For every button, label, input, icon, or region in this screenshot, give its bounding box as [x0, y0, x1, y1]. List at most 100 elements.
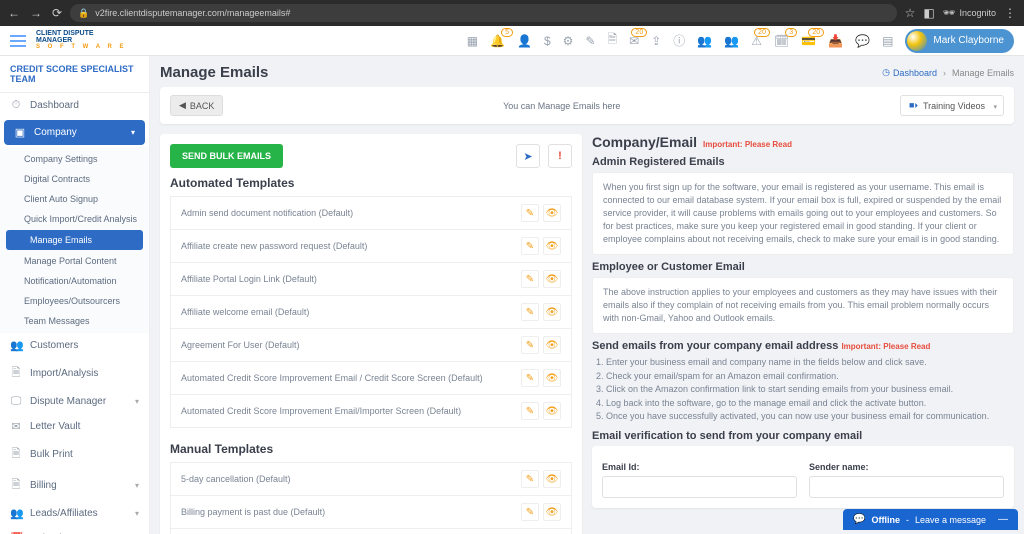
pencil-icon[interactable]: ✎: [585, 34, 595, 48]
template-name: Affiliate welcome email (Default): [181, 307, 521, 317]
sub-company-settings[interactable]: Company Settings: [0, 149, 149, 169]
sub-quick-import[interactable]: Quick Import/Credit Analysis: [0, 209, 149, 229]
edit-icon[interactable]: ✎: [521, 402, 539, 420]
view-icon[interactable]: 👁: [543, 402, 561, 420]
print-icon: 🗎: [10, 445, 22, 464]
edit-icon[interactable]: ✎: [521, 470, 539, 488]
doc-icon[interactable]: 🗎: [608, 30, 618, 51]
step-item: Once you have successfully activated, yo…: [606, 410, 1014, 424]
send-icon[interactable]: ➤: [516, 144, 540, 168]
inbox-icon[interactable]: 📥: [828, 34, 843, 48]
view-icon[interactable]: 👁: [543, 270, 561, 288]
view-icon[interactable]: 👁: [543, 336, 561, 354]
sub-client-auto-signup[interactable]: Client Auto Signup: [0, 189, 149, 209]
ext-icon[interactable]: ◧: [923, 6, 934, 20]
sub-digital-contracts[interactable]: Digital Contracts: [0, 169, 149, 189]
chat-icon[interactable]: 💬: [855, 34, 870, 48]
minimize-icon[interactable]: —: [998, 514, 1008, 525]
view-icon[interactable]: 👁: [543, 303, 561, 321]
template-row: Affiliate Portal Login Link (Default)✎👁: [170, 263, 572, 296]
attach-icon[interactable]: 🗓3: [774, 34, 789, 48]
template-name: Billing payment is past due (Default): [181, 507, 521, 517]
card-icon[interactable]: 💳20: [801, 34, 816, 48]
sub-notification[interactable]: Notification/Automation: [0, 271, 149, 291]
employee-email-heading: Employee or Customer Email: [592, 261, 1014, 273]
edit-icon[interactable]: ✎: [521, 503, 539, 521]
sidebar-item-dashboard[interactable]: ⏱ Dashboard: [0, 93, 149, 118]
sub-team-messages[interactable]: Team Messages: [0, 311, 149, 331]
please-read-link-2[interactable]: Please Read: [883, 342, 930, 351]
mail-icon[interactable]: ✉20: [629, 34, 639, 48]
nav-fwd-icon[interactable]: →: [30, 6, 42, 20]
edit-icon[interactable]: ✎: [521, 303, 539, 321]
user-pill[interactable]: Mark Clayborne: [905, 29, 1014, 53]
monitor-icon: 🖵: [10, 395, 22, 408]
templates-card: SEND BULK EMAILS ➤ ! Automated Templates…: [160, 134, 582, 534]
step-item: Enter your business email and company na…: [606, 356, 1014, 370]
email-id-input[interactable]: [602, 476, 797, 498]
sidebar-item-import[interactable]: 🗎Import/Analysis: [0, 358, 149, 389]
view-icon[interactable]: 👁: [543, 503, 561, 521]
users-icon[interactable]: 👥: [697, 34, 712, 48]
star-icon[interactable]: ☆: [905, 6, 916, 20]
info-icon[interactable]: ⓘ: [673, 32, 685, 49]
warn-icon[interactable]: ⚠20: [751, 34, 762, 48]
sender-name-input[interactable]: [809, 476, 1004, 498]
edit-icon[interactable]: ✎: [521, 270, 539, 288]
edit-icon[interactable]: ✎: [521, 336, 539, 354]
avatar: [907, 31, 927, 51]
sidebar-item-letter-vault[interactable]: ✉Letter Vault: [0, 414, 149, 439]
chat-widget[interactable]: 💬 Offline - Leave a message —: [843, 509, 1018, 530]
crumb-dashboard[interactable]: ◷Dashboard: [882, 67, 937, 78]
user-icon[interactable]: 👤: [517, 34, 532, 48]
edit-icon[interactable]: ✎: [521, 237, 539, 255]
team-name[interactable]: CREDIT SCORE SPECIALIST TEAM: [0, 56, 149, 93]
sidebar-item-leads[interactable]: 👥Leads/Affiliates▾: [0, 501, 149, 526]
chevron-down-icon: ▾: [131, 128, 135, 137]
view-icon[interactable]: 👁: [543, 470, 561, 488]
nav-reload-icon[interactable]: ⟳: [52, 6, 62, 20]
sidebar-item-customers[interactable]: 👥Customers: [0, 333, 149, 358]
send-bulk-button[interactable]: SEND BULK EMAILS: [170, 144, 283, 168]
doc-icon: 🗎: [10, 364, 22, 383]
nav-back-icon[interactable]: ←: [8, 6, 20, 20]
sub-manage-portal[interactable]: Manage Portal Content: [0, 251, 149, 271]
edit-icon[interactable]: ✎: [521, 369, 539, 387]
sidebar-item-billing[interactable]: 🗎Billing▾: [0, 470, 149, 501]
browser-right: ☆ ◧ 🕶 Incognito ⋮: [905, 6, 1016, 20]
logo[interactable]: CLIENT DISPUTE MANAGER S O F T W A R E: [36, 30, 136, 52]
sidebar-item-dispute[interactable]: 🖵Dispute Manager▾: [0, 389, 149, 414]
hamburger-icon[interactable]: [10, 35, 26, 47]
view-icon[interactable]: 👁: [543, 204, 561, 222]
admin-emails-text: When you first sign up for the software,…: [592, 172, 1014, 255]
grid-icon[interactable]: ▦: [467, 34, 478, 48]
back-button[interactable]: ◀ BACK: [170, 95, 223, 116]
view-icon[interactable]: 👁: [543, 369, 561, 387]
alert-icon[interactable]: !: [548, 144, 572, 168]
please-read-link[interactable]: Please Read: [745, 140, 792, 149]
chevron-down-icon: ▾: [135, 397, 139, 406]
page-title: Manage Emails: [160, 64, 268, 81]
page-header: Manage Emails ◷Dashboard › Manage Emails: [160, 62, 1014, 87]
gear-icon[interactable]: ⚙: [563, 34, 574, 48]
group-icon[interactable]: 👥: [724, 34, 739, 48]
share-icon[interactable]: ⇪: [651, 34, 661, 48]
sidebar-item-company[interactable]: ▣ Company ▾: [4, 120, 145, 145]
template-row: Billing payment is past due (Default)✎👁: [170, 496, 572, 529]
sidebar-item-calendar[interactable]: 📅Calendar: [0, 526, 149, 534]
address-bar[interactable]: 🔒 v2fire.clientdisputemanager.com/manage…: [70, 4, 897, 22]
sender-name-label: Sender name:: [809, 462, 1004, 472]
view-icon[interactable]: 👁: [543, 237, 561, 255]
sub-manage-emails[interactable]: Manage Emails: [6, 230, 143, 250]
edit-icon[interactable]: ✎: [521, 204, 539, 222]
sidebar-item-bulk-print[interactable]: 🗎Bulk Print: [0, 439, 149, 470]
layers-icon[interactable]: ▤: [882, 34, 893, 48]
template-name: Automated Credit Score Improvement Email…: [181, 373, 521, 383]
training-videos-button[interactable]: ■⏵ Training Videos ▾: [900, 95, 1004, 116]
camera-icon: ■⏵: [909, 100, 918, 111]
bell-icon[interactable]: 🔔5: [490, 34, 505, 48]
sub-employees[interactable]: Employees/Outsourcers: [0, 291, 149, 311]
dollar-icon[interactable]: $: [544, 34, 551, 48]
sidebar-subnav: Company Settings Digital Contracts Clien…: [0, 147, 149, 333]
menu-dots-icon[interactable]: ⋮: [1004, 6, 1016, 20]
